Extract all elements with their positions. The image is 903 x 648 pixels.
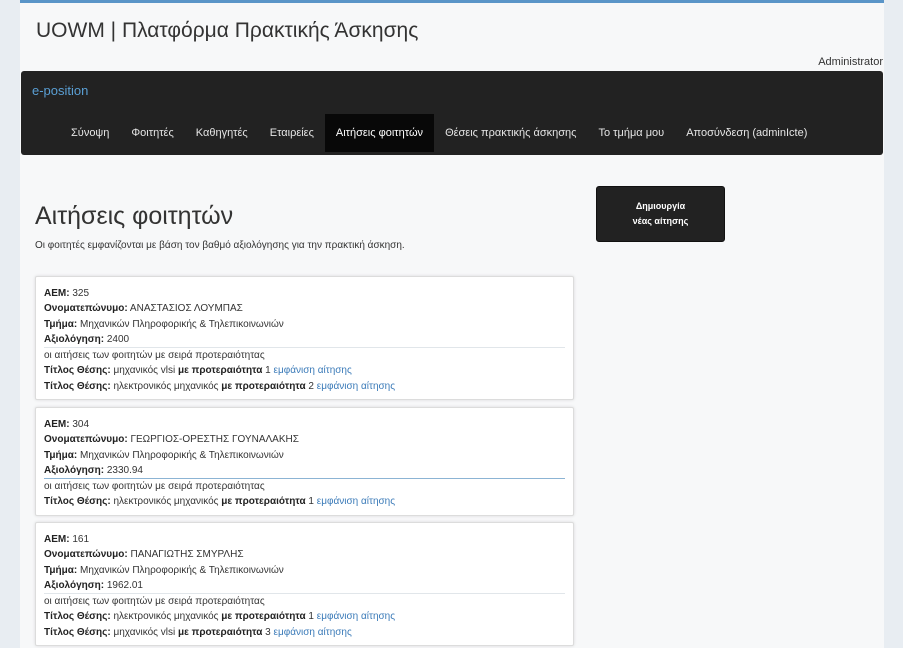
position-title-value: μηχανικός vlsi xyxy=(113,626,176,638)
nav-item-summary[interactable]: Σύνοψη xyxy=(60,114,120,152)
grade-row: Αξιολόγηση: 2400 xyxy=(44,333,130,345)
priority-note: οι αιτήσεις των φοιτητών με σειρά προτερ… xyxy=(44,596,265,608)
dept-row: Τμήμα: Μηχανικών Πληροφορικής & Τηλεπικο… xyxy=(44,318,284,330)
page-subtitle: Οι φοιτητές εμφανίζονται με βάση τον βαθ… xyxy=(35,240,405,251)
site-title: UOWM | Πλατφόρμα Πρακτικής Άσκησης xyxy=(36,19,419,42)
priority-value: 1 xyxy=(265,365,271,377)
name-row: Ονοματεπώνυμο: ΓΕΩΡΓΙΟΣ-ΟΡΕΣΤΗΣ ΓΟΥΝΑΛΑΚ… xyxy=(44,434,299,446)
priority-value: 1 xyxy=(308,496,314,508)
create-application-button[interactable]: Δημιουργία νέας αίτησης xyxy=(596,186,725,242)
aem-value: 304 xyxy=(72,419,90,430)
application-row: Τίτλος Θέσης: ηλεκτρονικός μηχανικός με … xyxy=(44,496,396,508)
nav-item-students[interactable]: Φοιτητές xyxy=(120,114,184,152)
name-row: Ονοματεπώνυμο: ΠΑΝΑΓΙΩΤΗΣ ΣΜΥΡΛΗΣ xyxy=(44,549,244,561)
student-card: ΑΕΜ: 161 Ονοματεπώνυμο: ΠΑΝΑΓΙΩΤΗΣ ΣΜΥΡΛ… xyxy=(35,522,574,646)
create-button-line2: νέας αίτησης xyxy=(632,216,689,226)
aem-row: ΑΕΜ: 325 xyxy=(44,288,90,299)
aem-row: ΑΕΜ: 161 xyxy=(44,534,90,545)
view-application-link[interactable]: εμφάνιση αίτησης xyxy=(274,627,352,638)
view-application-link[interactable]: εμφάνιση αίτησης xyxy=(317,496,395,507)
nav-item-student-applications[interactable]: Αιτήσεις φοιτητών xyxy=(324,114,435,152)
aem-value: 325 xyxy=(72,288,90,299)
application-row: Τίτλος Θέσης: ηλεκτρονικός μηχανικός με … xyxy=(44,380,396,392)
priority-note: οι αιτήσεις των φοιτητών με σειρά προτερ… xyxy=(44,350,265,362)
brand-link[interactable]: e-position xyxy=(32,83,88,98)
nav-item-logout[interactable]: Αποσύνδεση (adminIcte) xyxy=(675,114,818,152)
nav-item-positions[interactable]: Θέσεις πρακτικής άσκησης xyxy=(434,114,587,152)
nav-item-professors[interactable]: Καθηγητές xyxy=(185,114,259,152)
nav-item-my-department[interactable]: Το τμήμα μου xyxy=(587,114,675,152)
page: UOWM | Πλατφόρμα Πρακτικής Άσκησης Admin… xyxy=(20,0,884,648)
dept-row: Τμήμα: Μηχανικών Πληροφορικής & Τηλεπικο… xyxy=(44,449,284,461)
nav-item-companies[interactable]: Εταιρείες xyxy=(259,114,325,152)
grade-value: 2400 xyxy=(106,333,130,345)
priority-value: 2 xyxy=(308,380,314,392)
position-title-value: ηλεκτρονικός μηχανικός xyxy=(113,380,219,392)
priority-value: 1 xyxy=(308,611,314,623)
application-row: Τίτλος Θέσης: μηχανικός vlsi με προτεραι… xyxy=(44,626,352,638)
dept-row: Τμήμα: Μηχανικών Πληροφορικής & Τηλεπικο… xyxy=(44,564,284,576)
nav-menu: Σύνοψη Φοιτητές Καθηγητές Εταιρείες Αιτή… xyxy=(60,114,818,152)
position-title-value: μηχανικός vlsi xyxy=(113,365,176,377)
name-row: Ονοματεπώνυμο: ΑΝΑΣΤΑΣΙΟΣ ΛΟΥΜΠΑΣ xyxy=(44,303,243,315)
student-card: ΑΕΜ: 304 Ονοματεπώνυμο: ΓΕΩΡΓΙΟΣ-ΟΡΕΣΤΗΣ… xyxy=(35,407,574,516)
dept-value: Μηχανικών Πληροφορικής & Τηλεπικοινωνιών xyxy=(79,449,284,461)
aem-value: 161 xyxy=(72,534,90,545)
application-row: Τίτλος Θέσης: ηλεκτρονικός μηχανικός με … xyxy=(44,611,396,623)
position-title-value: ηλεκτρονικός μηχανικός xyxy=(113,496,219,508)
grade-row: Αξιολόγηση: 1962.01 xyxy=(44,579,143,591)
name-value: ΠΑΝΑΓΙΩΤΗΣ ΣΜΥΡΛΗΣ xyxy=(130,549,244,561)
view-application-link[interactable]: εμφάνιση αίτησης xyxy=(317,611,395,622)
page-heading: Αιτήσεις φοιτητών xyxy=(35,202,234,230)
create-button-line1: Δημιουργία xyxy=(635,201,686,211)
priority-value: 3 xyxy=(265,626,271,638)
grade-value: 2330.94 xyxy=(106,464,143,476)
navbar: e-position Σύνοψη Φοιτητές Καθηγητές Ετα… xyxy=(21,71,883,155)
user-label: Administrator xyxy=(818,56,883,68)
view-application-link[interactable]: εμφάνιση αίτησης xyxy=(317,381,395,392)
priority-note: οι αιτήσεις των φοιτητών με σειρά προτερ… xyxy=(44,481,265,493)
application-row: Τίτλος Θέσης: μηχανικός vlsi με προτεραι… xyxy=(44,365,352,377)
grade-value: 1962.01 xyxy=(106,579,143,591)
view-application-link[interactable]: εμφάνιση αίτησης xyxy=(274,365,352,376)
name-value: ΑΝΑΣΤΑΣΙΟΣ ΛΟΥΜΠΑΣ xyxy=(129,303,243,315)
position-title-value: ηλεκτρονικός μηχανικός xyxy=(113,611,219,623)
dept-value: Μηχανικών Πληροφορικής & Τηλεπικοινωνιών xyxy=(79,564,284,576)
dept-value: Μηχανικών Πληροφορικής & Τηλεπικοινωνιών xyxy=(79,318,284,330)
name-value: ΓΕΩΡΓΙΟΣ-ΟΡΕΣΤΗΣ ΓΟΥΝΑΛΑΚΗΣ xyxy=(130,434,299,446)
student-card: ΑΕΜ: 325 Ονοματεπώνυμο: ΑΝΑΣΤΑΣΙΟΣ ΛΟΥΜΠ… xyxy=(35,276,574,400)
aem-row: ΑΕΜ: 304 xyxy=(44,419,90,430)
grade-row: Αξιολόγηση: 2330.94 xyxy=(44,464,143,476)
